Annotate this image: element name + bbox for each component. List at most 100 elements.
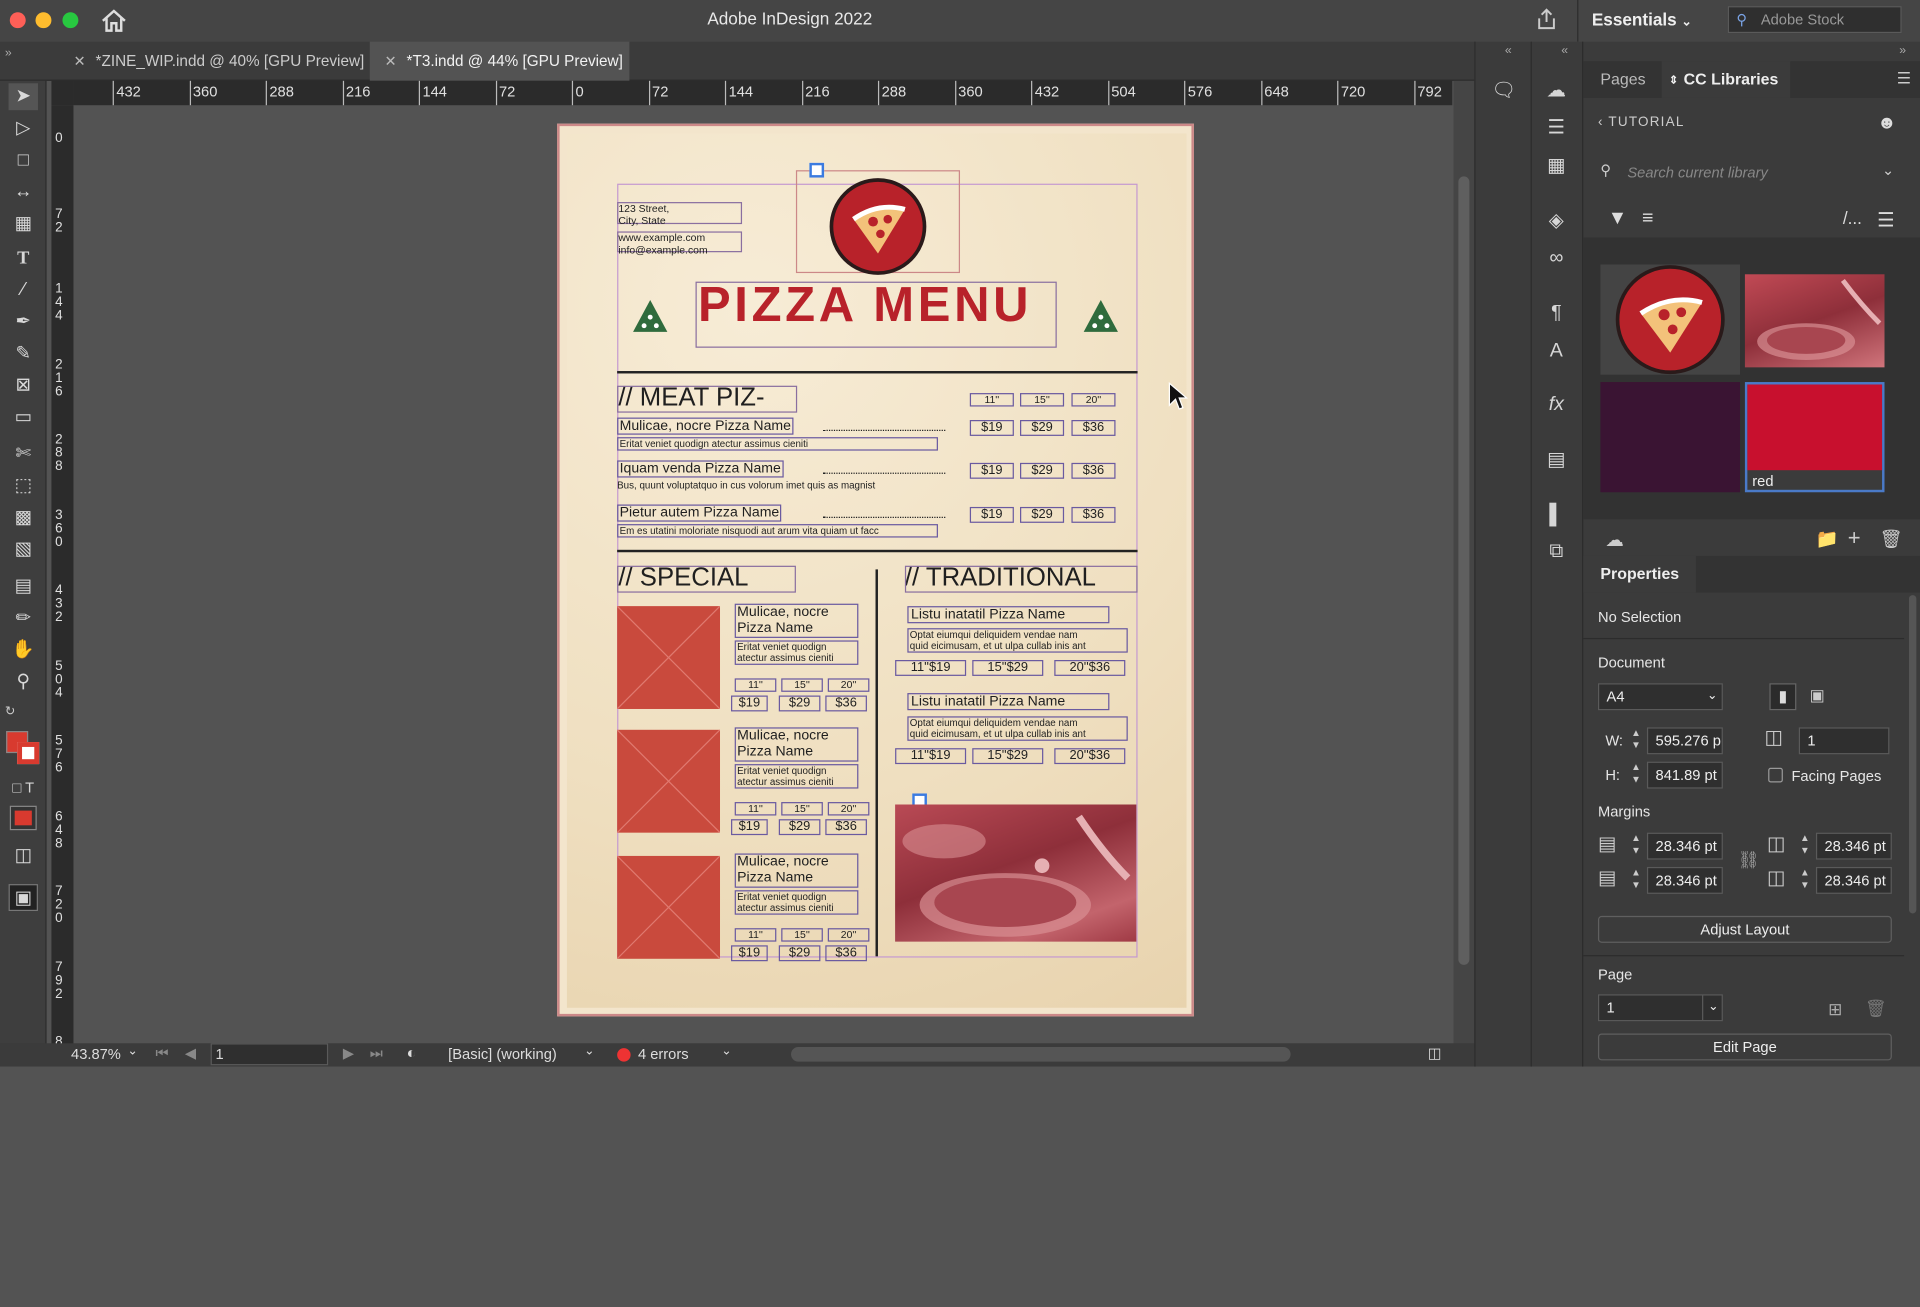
stroke-color-swatch[interactable] — [17, 742, 40, 765]
link-margins-icon[interactable]: ⛓ — [1738, 850, 1760, 871]
width-input[interactable]: 595.276 p — [1646, 727, 1723, 755]
split-view-icon[interactable]: ◫ — [1428, 1044, 1442, 1061]
chevron-down-icon[interactable]: ⌄ — [127, 1044, 137, 1057]
note-tool-icon[interactable]: ▤ — [9, 573, 38, 600]
pencil-tool-icon[interactable]: ✎ — [9, 340, 38, 367]
margin-top-stepper[interactable]: ▲ ▼ — [1627, 833, 1644, 860]
width-stepper[interactable]: ▲ ▼ — [1627, 727, 1644, 754]
gradient-feather-tool-icon[interactable]: ▧ — [9, 536, 38, 563]
type-tool-icon[interactable]: T — [9, 245, 38, 272]
expand-panels-icon[interactable]: » — [1899, 44, 1906, 57]
ruler-origin[interactable] — [51, 80, 74, 106]
scissors-tool-icon[interactable]: ✄ — [9, 441, 38, 468]
character-icon[interactable]: A — [1542, 338, 1571, 365]
preflight-profile[interactable]: [Basic] (working) — [448, 1046, 557, 1063]
apply-color-button[interactable] — [9, 805, 37, 831]
library-search-input[interactable]: ⚲ Search current library ⌄ — [1598, 159, 1907, 186]
filter-icon[interactable]: ▼ — [1608, 208, 1627, 230]
text-wrap-icon[interactable]: ▤ — [1542, 447, 1571, 474]
heading-frame[interactable] — [617, 385, 798, 413]
content-collector-icon[interactable]: ▦ — [9, 211, 38, 238]
effects-icon[interactable]: fx — [1542, 392, 1571, 419]
layers-icon[interactable]: ◈ — [1542, 208, 1571, 235]
screen-mode-icon[interactable]: ▣ — [8, 884, 38, 912]
margin-right-input[interactable]: 28.346 pt — [1815, 866, 1892, 894]
direct-selection-tool-icon[interactable]: ▷ — [9, 115, 38, 142]
add-page-icon[interactable]: ⊞ — [1828, 999, 1842, 1020]
pen-tool-icon[interactable]: ✒ — [9, 309, 38, 336]
library-swatch-red[interactable]: red — [1744, 382, 1885, 493]
document-preset-select[interactable]: A4 ⌄ — [1597, 683, 1723, 711]
tab-properties[interactable]: Properties — [1583, 555, 1697, 593]
tab-t3[interactable]: ✕ *T3.indd @ 44% [GPU Preview] — [369, 41, 630, 81]
free-transform-tool-icon[interactable]: ⬚ — [9, 473, 38, 500]
align-icon[interactable]: ▌ — [1542, 502, 1571, 529]
landscape-orientation-icon[interactable]: ▣ — [1804, 683, 1831, 710]
panel-scrollbar-thumb[interactable] — [1908, 595, 1917, 914]
vertical-scrollbar[interactable] — [1453, 80, 1475, 1049]
gap-tool-icon[interactable]: ↔ — [9, 179, 38, 206]
library-collaborators-icon[interactable]: ☻ — [1877, 113, 1896, 134]
margin-bottom-input[interactable]: 28.346 pt — [1646, 866, 1723, 894]
next-page-icon[interactable]: ▶ — [343, 1044, 354, 1061]
preflight-icon[interactable]: ◐ — [407, 1043, 417, 1061]
edit-page-button[interactable]: Edit Page — [1597, 1033, 1892, 1061]
facing-pages-checkbox[interactable] — [1768, 767, 1783, 783]
margin-bottom-stepper[interactable]: ▲ ▼ — [1627, 867, 1644, 894]
zoom-tool-icon[interactable]: ⚲ — [9, 669, 38, 696]
image-placeholder[interactable] — [617, 855, 721, 959]
first-page-icon[interactable]: ⏮ — [156, 1044, 169, 1062]
add-icon[interactable]: + — [1848, 525, 1861, 551]
horizontal-scrollbar-thumb[interactable] — [791, 1046, 1291, 1062]
list-view-icon[interactable]: ☰ — [1877, 208, 1895, 232]
delete-icon[interactable]: 🗑 — [1880, 528, 1903, 550]
previous-page-icon[interactable]: ◀ — [185, 1044, 196, 1061]
links-icon[interactable]: ∞ — [1542, 245, 1571, 272]
zoom-level[interactable]: 43.87% — [71, 1046, 121, 1063]
scrollbar-thumb[interactable] — [1458, 176, 1470, 965]
cloud-sync-icon[interactable]: ☁ — [1605, 529, 1623, 551]
adjust-layout-button[interactable]: Adjust Layout — [1597, 915, 1892, 943]
sort-list-icon[interactable]: ≡ — [1642, 208, 1653, 230]
swap-fill-stroke-icon[interactable]: ↻ — [5, 705, 42, 725]
chevron-down-icon[interactable]: ⌄ — [721, 1044, 731, 1057]
library-swatch-purple[interactable] — [1600, 382, 1741, 493]
gradient-swatch-tool-icon[interactable]: ▩ — [9, 504, 38, 531]
height-stepper[interactable]: ▲ ▼ — [1627, 762, 1644, 789]
collapse-panels-icon[interactable]: » — [5, 42, 12, 66]
page-number-field[interactable]: 1 — [210, 1043, 329, 1066]
comments-icon[interactable]: 🗨 — [1489, 78, 1518, 105]
page-select[interactable]: 1 ⌄ — [1597, 994, 1723, 1022]
library-asset-logo[interactable] — [1600, 264, 1741, 375]
cc-libraries-icon[interactable]: ☁ — [1542, 78, 1571, 105]
close-tab-icon[interactable]: ✕ — [384, 42, 396, 81]
pizza-photo[interactable] — [895, 804, 1137, 942]
collapse-panels-icon[interactable]: « — [1505, 44, 1512, 57]
adobe-stock-search[interactable]: ⚲ Adobe Stock — [1727, 6, 1902, 34]
line-tool-icon[interactable]: ⁄ — [9, 277, 38, 304]
paragraph-icon[interactable]: ¶ — [1542, 300, 1571, 327]
hand-tool-icon[interactable]: ✋ — [9, 637, 38, 664]
tab-zine-wip[interactable]: ✕ *ZINE_WIP.indd @ 40% [GPU Preview] — [59, 42, 365, 81]
formatting-affects-container-icon[interactable]: □ T — [9, 774, 38, 801]
eyedropper-tool-icon[interactable]: ✏ — [9, 605, 38, 632]
chevron-down-icon[interactable]: ⌄ — [584, 1044, 594, 1057]
rectangle-tool-icon[interactable]: ▭ — [9, 404, 38, 431]
group-icon[interactable]: /... — [1843, 208, 1862, 228]
library-asset-photo[interactable] — [1744, 274, 1885, 368]
error-count[interactable]: 4 errors — [638, 1046, 689, 1063]
pages-count-input[interactable]: 1 — [1798, 727, 1890, 755]
close-tab-icon[interactable]: ✕ — [73, 42, 85, 81]
chevron-down-icon[interactable]: ⌄ — [1882, 162, 1894, 179]
margin-left-stepper[interactable]: ▲ ▼ — [1796, 833, 1813, 860]
properties-icon[interactable]: ☰ — [1542, 115, 1571, 142]
image-placeholder[interactable] — [617, 606, 721, 709]
view-mode-icon[interactable]: ◫ — [9, 842, 38, 869]
content-grabber-icon[interactable] — [809, 162, 825, 178]
document-page[interactable]: 123 Street, City, State www.example.com in… — [557, 123, 1194, 1017]
panel-menu-icon[interactable]: ☰ — [1897, 69, 1911, 89]
pages-icon[interactable]: ▦ — [1542, 153, 1571, 180]
margin-top-input[interactable]: 28.346 pt — [1646, 832, 1723, 860]
margin-left-input[interactable]: 28.346 pt — [1815, 832, 1892, 860]
collapse-panels-icon[interactable]: « — [1561, 44, 1568, 57]
